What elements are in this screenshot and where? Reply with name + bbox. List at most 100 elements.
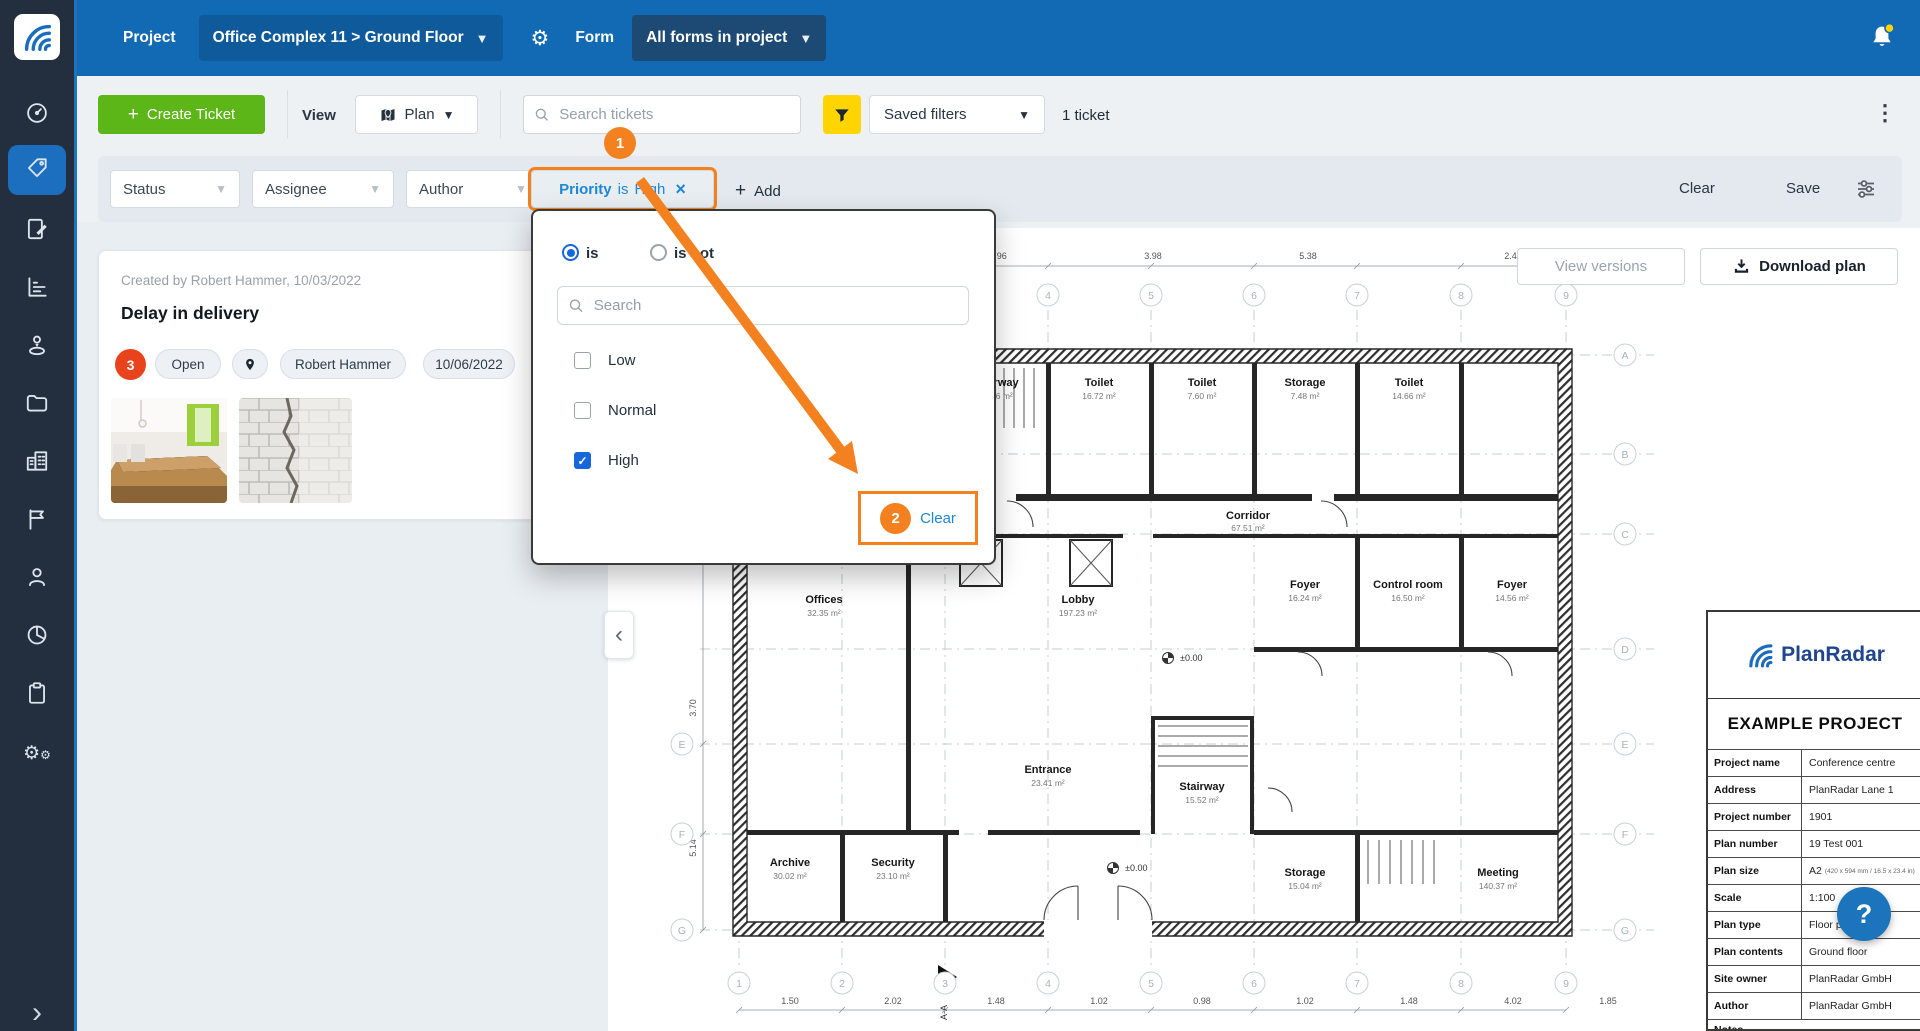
chevron-down-icon: ▼	[476, 31, 489, 46]
ticket-created-line: Created by Robert Hammer, 10/03/2022	[121, 273, 361, 288]
radio-is[interactable]	[562, 244, 579, 261]
svg-text:F: F	[1622, 829, 1628, 841]
svg-text:15.52 m²: 15.52 m²	[1185, 795, 1219, 805]
sidebar-item-users[interactable]	[0, 554, 74, 604]
chevron-down-icon: ▼	[799, 31, 812, 46]
saved-filters-selector[interactable]: Saved filters ▼	[869, 95, 1045, 134]
svg-text:G: G	[678, 925, 686, 937]
project-settings-gear-icon[interactable]: ⚙	[531, 26, 550, 51]
sliders-icon[interactable]	[1854, 177, 1878, 201]
chevron-down-icon: ▼	[1018, 108, 1030, 122]
search-tickets-box[interactable]	[523, 95, 801, 134]
plus-icon: +	[735, 180, 746, 202]
help-button[interactable]: ?	[1837, 887, 1891, 941]
view-label: View	[302, 107, 336, 124]
planradar-logo[interactable]	[14, 14, 60, 60]
sidebar-item-projects[interactable]	[0, 380, 74, 430]
sidebar-item-settings[interactable]: ⚙⚙	[0, 728, 74, 778]
room-label: Toilet	[1395, 377, 1424, 389]
close-icon[interactable]: ×	[675, 179, 686, 200]
room-label: Lobby	[1062, 594, 1096, 606]
popup-search-box[interactable]	[557, 286, 969, 325]
sidebar-item-dashboard[interactable]	[0, 90, 74, 140]
project-label: Project	[123, 29, 176, 47]
svg-text:6: 6	[1251, 290, 1257, 302]
project-selector[interactable]: Office Complex 11 > Ground Floor▼	[199, 15, 503, 61]
sidebar-item-site-inspection[interactable]	[0, 322, 74, 372]
ticket-photo-cracked-wall[interactable]	[239, 398, 352, 503]
status-pill[interactable]: Open	[155, 349, 221, 379]
sidebar-item-tickets[interactable]	[0, 145, 74, 195]
svg-text:9: 9	[1563, 290, 1569, 302]
svg-text:7: 7	[1354, 978, 1360, 990]
sidebar-item-tasks[interactable]	[0, 670, 74, 720]
radio-is-not[interactable]	[650, 244, 667, 261]
svg-text:1.02: 1.02	[1296, 996, 1314, 1006]
room-label: Corridor	[1226, 510, 1271, 522]
sidebar-expand-button[interactable]: ›	[0, 988, 74, 1031]
svg-text:32.35 m²: 32.35 m²	[807, 608, 841, 618]
view-versions-button[interactable]: View versions	[1517, 248, 1685, 285]
filter-chip-priority-active[interactable]: Priority is High ×	[531, 170, 714, 208]
ticket-title: Delay in delivery	[121, 303, 259, 324]
svg-text:1.02: 1.02	[1090, 996, 1108, 1006]
sidebar-item-statistics[interactable]	[0, 264, 74, 314]
step-1-badge: 1	[604, 127, 636, 159]
due-date-pill[interactable]: 10/06/2022	[423, 349, 515, 379]
ticket-card[interactable]: Created by Robert Hammer, 10/03/2022 Del…	[98, 250, 540, 520]
svg-text:1.85: 1.85	[1599, 996, 1617, 1006]
download-icon	[1732, 257, 1751, 276]
kebab-menu-icon[interactable]: ⋮	[1874, 100, 1897, 126]
sidebar-item-forms[interactable]	[0, 206, 74, 256]
assignee-pill[interactable]: Robert Hammer	[280, 349, 406, 379]
form-selector[interactable]: All forms in project▼	[632, 15, 826, 61]
popup-clear-button[interactable]: Clear	[920, 510, 956, 527]
filter-chip-author[interactable]: Author▼	[406, 170, 540, 208]
priority-filter-popup: is is not Low Normal High 2 Clear	[531, 209, 996, 565]
ticket-photo-meeting-room[interactable]	[111, 398, 227, 503]
view-mode-selector[interactable]: Plan ▼	[355, 95, 478, 134]
planradar-logo-icon	[20, 20, 54, 54]
popup-option-checkbox-2[interactable]	[574, 452, 591, 469]
popup-option-checkbox-0[interactable]	[574, 352, 591, 369]
map-pin-icon	[379, 106, 397, 124]
popup-option-label-normal[interactable]: Normal	[608, 402, 656, 419]
search-tickets-input[interactable]	[557, 105, 790, 124]
add-filter-button[interactable]: +Add	[735, 180, 781, 202]
popup-search-input[interactable]	[592, 296, 958, 315]
priority-badge: 3	[115, 349, 146, 380]
create-ticket-button[interactable]: + Create Ticket	[98, 95, 265, 134]
filter-toggle-button[interactable]	[823, 95, 861, 134]
svg-text:2: 2	[839, 978, 845, 990]
topbar: Project Office Complex 11 > Ground Floor…	[74, 0, 1920, 76]
sidebar-item-companies[interactable]	[0, 438, 74, 488]
buildings-icon	[24, 448, 50, 479]
funnel-icon	[833, 106, 851, 124]
clear-filters-button[interactable]: Clear	[1679, 180, 1715, 197]
svg-text:7.48 m²: 7.48 m²	[1291, 391, 1320, 401]
svg-text:±0.00: ±0.00	[1180, 653, 1202, 663]
collapse-panel-button[interactable]: ‹	[604, 611, 634, 659]
dashboard-icon	[24, 100, 50, 131]
room-label: Security	[871, 857, 915, 869]
chevron-down-icon: ▼	[369, 182, 381, 196]
notifications-bell[interactable]	[1866, 22, 1898, 59]
svg-text:C: C	[1621, 529, 1629, 541]
sidebar-item-flags[interactable]	[0, 496, 74, 546]
popup-option-checkbox-1[interactable]	[574, 402, 591, 419]
folder-icon	[24, 390, 50, 421]
sidebar-item-reports[interactable]	[0, 612, 74, 662]
download-plan-button[interactable]: Download plan	[1700, 248, 1898, 285]
room-label: Toilet	[1085, 377, 1114, 389]
room-label: Offices	[805, 594, 842, 606]
filter-chip-assignee[interactable]: Assignee▼	[252, 170, 394, 208]
chevron-down-icon: ▼	[443, 108, 455, 122]
save-filters-button[interactable]: Save	[1786, 180, 1820, 197]
popup-option-label-low[interactable]: Low	[608, 352, 636, 369]
clipboard-icon	[24, 680, 50, 711]
filter-chip-status[interactable]: Status▼	[110, 170, 240, 208]
location-pill[interactable]	[232, 349, 268, 379]
svg-text:30.02 m²: 30.02 m²	[773, 871, 807, 881]
chevron-down-icon: ▼	[515, 182, 527, 196]
popup-option-label-high[interactable]: High	[608, 452, 639, 469]
